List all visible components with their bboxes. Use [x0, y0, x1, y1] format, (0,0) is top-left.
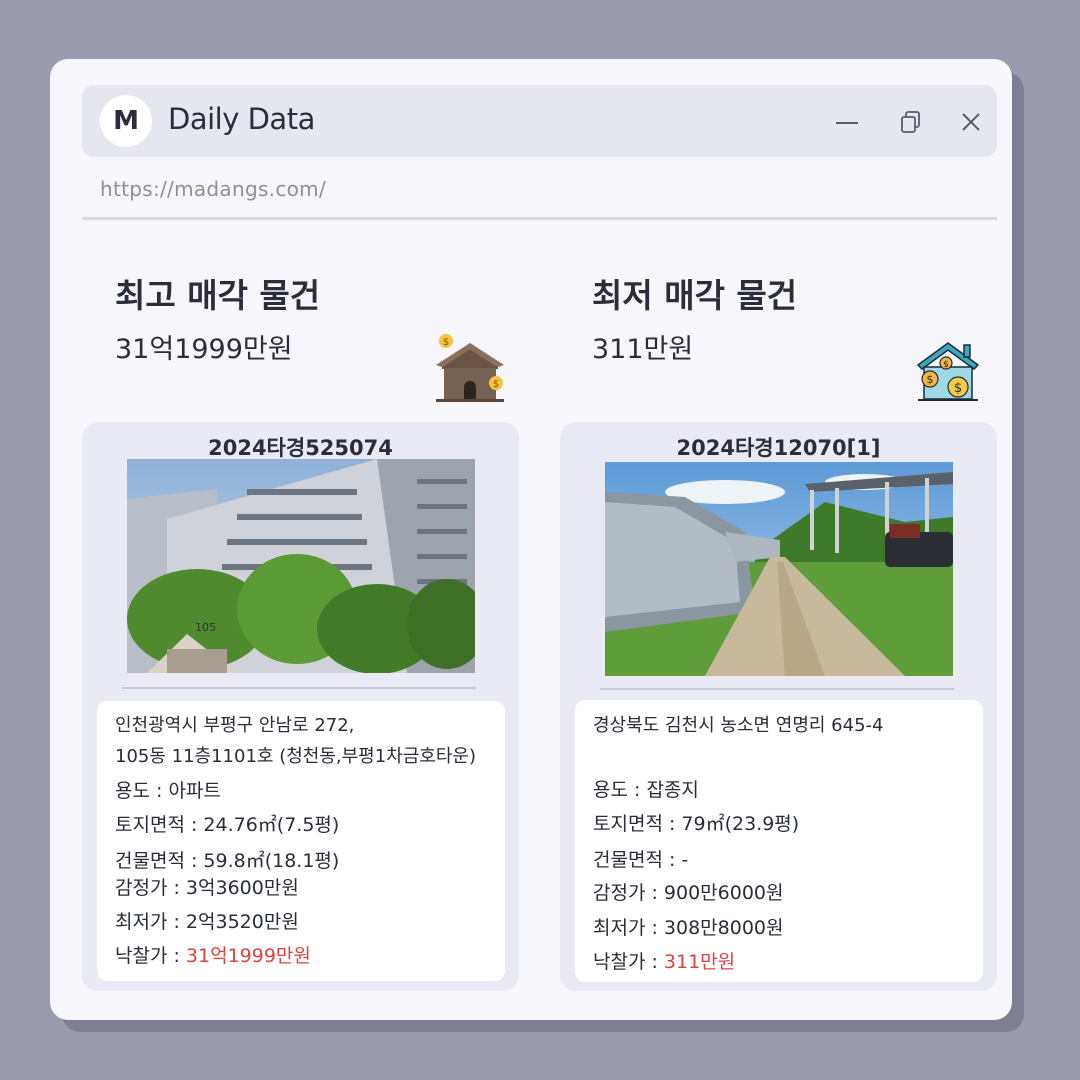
svg-text:$: $	[943, 360, 949, 370]
copy-icon	[901, 111, 920, 133]
minimize-button[interactable]	[834, 109, 860, 135]
card-divider	[122, 687, 476, 689]
apartment-building-photo[interactable]: 105	[127, 459, 475, 673]
case-number[interactable]: 2024타경12070[1]	[560, 432, 997, 462]
svg-text:$: $	[927, 373, 934, 386]
highest-title: 최고 매각 물건	[115, 276, 321, 315]
highest-price: 31억1999만원	[115, 334, 293, 365]
winning-bid-value: 31억1999만원	[185, 945, 311, 967]
lowest-card[interactable]: 2024타경12070[1] 경상북도 김천시 농소면 연명리 645-4 용도…	[560, 422, 997, 991]
svg-text:$: $	[443, 337, 449, 348]
svg-text:$: $	[493, 379, 499, 390]
header-divider	[82, 217, 997, 220]
avatar: M	[100, 95, 152, 147]
address-line-2: 105동 11층1101호 (청천동,부평1차금호타운)	[115, 746, 477, 767]
usage: 용도 : 아파트	[115, 780, 221, 802]
land-area: 토지면적 : 24.76㎡(7.5평)	[115, 814, 340, 836]
app-window: M Daily Data https://madangs.com/ 최고 매각 …	[50, 59, 1012, 1020]
winning-bid-value: 311만원	[663, 951, 736, 973]
building-area: 건물면적 : 59.8㎡(18.1평)	[115, 850, 340, 872]
title-bar: M Daily Data	[82, 85, 997, 157]
winning-bid: 낙찰가 : 31억1999만원	[115, 941, 311, 968]
address-line-1: 경상북도 김천시 농소면 연명리 645-4	[593, 715, 884, 736]
appraisal-price: 감정가 : 900만6000원	[593, 882, 784, 904]
lowest-price: 311만원	[592, 334, 694, 365]
svg-text:105: 105	[195, 621, 216, 634]
url-text[interactable]: https://madangs.com/	[100, 177, 326, 201]
close-button[interactable]	[958, 109, 984, 135]
minimum-price: 최저가 : 2억3520만원	[115, 911, 299, 933]
card-divider	[600, 688, 954, 690]
minimum-price: 최저가 : 308만8000원	[593, 917, 784, 939]
svg-text:$: $	[954, 381, 962, 396]
usage: 용도 : 잡종지	[593, 779, 699, 801]
property-info: 경상북도 김천시 농소면 연명리 645-4 용도 : 잡종지 토지면적 : 7…	[575, 700, 983, 982]
minimize-icon	[836, 122, 858, 124]
restore-button[interactable]	[898, 109, 924, 135]
property-info: 인천광역시 부평구 안남로 272, 105동 11층1101호 (청천동,부평…	[97, 701, 505, 981]
rural-greenhouse-road-photo[interactable]	[605, 462, 953, 676]
winning-bid-label: 낙찰가 :	[593, 951, 664, 973]
winning-bid: 낙찰가 : 311만원	[593, 947, 735, 974]
house-with-coins-icon: $ $	[436, 334, 504, 402]
case-number[interactable]: 2024타경525074	[82, 432, 519, 462]
highest-card[interactable]: 2024타경525074 105 인천광역시 부평구 안남로 272, 105동…	[82, 422, 519, 991]
address-line-1: 인천광역시 부평구 안남로 272,	[115, 715, 355, 736]
land-area: 토지면적 : 79㎡(23.9평)	[593, 813, 800, 835]
winning-bid-label: 낙찰가 :	[115, 945, 186, 967]
lowest-title: 최저 매각 물건	[592, 276, 798, 315]
house-money-icon: $ $ $	[916, 342, 980, 401]
appraisal-price: 감정가 : 3억3600만원	[115, 877, 299, 899]
close-icon	[962, 113, 980, 131]
app-title: Daily Data	[168, 102, 315, 136]
building-area: 건물면적 : -	[593, 849, 689, 871]
